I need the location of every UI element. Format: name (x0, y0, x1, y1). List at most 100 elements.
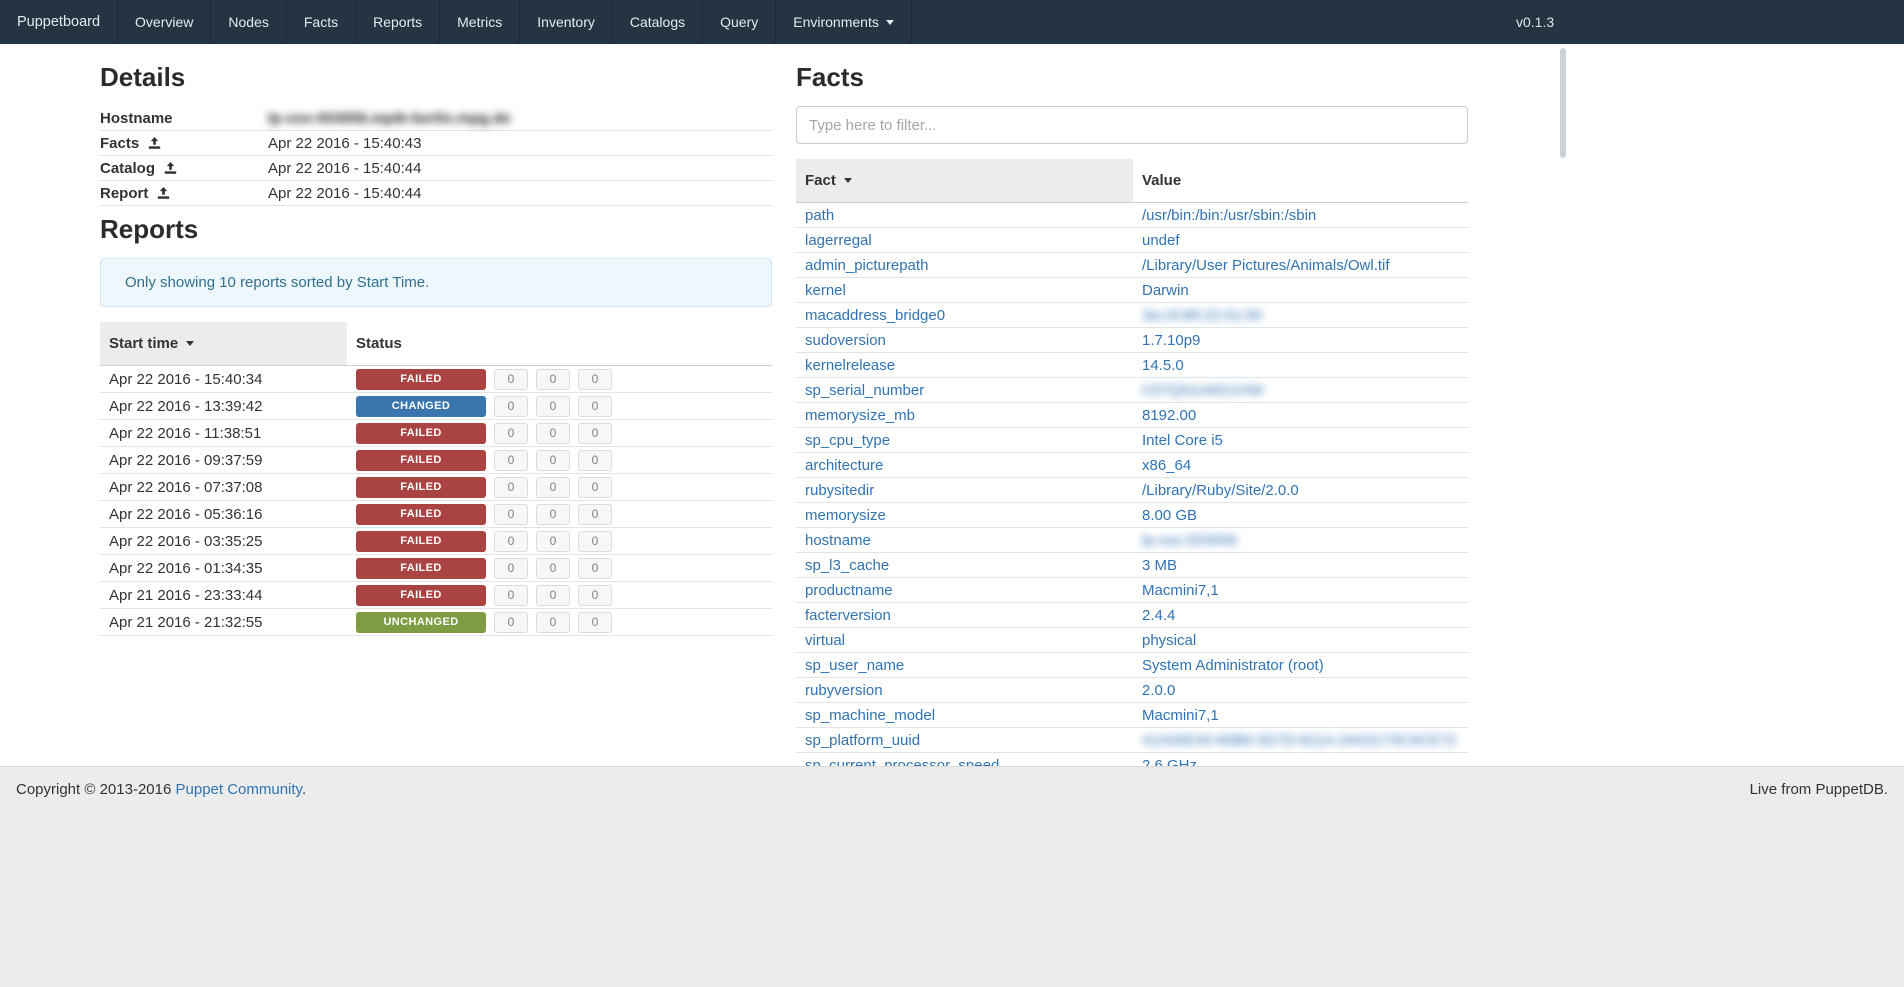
fact-name-link[interactable]: admin_picturepath (805, 257, 928, 274)
facts-table: Fact Value path /usr/bin:/bin:/usr/sbin:… (796, 159, 1468, 766)
fact-value-link[interactable]: 1.7.10p9 (1142, 332, 1200, 349)
fact-value-link[interactable]: Darwin (1142, 282, 1189, 299)
fact-value-link[interactable]: 14.5.0 (1142, 357, 1184, 374)
fact-value-link[interactable]: 41A00E40-60B6-5D7D-811A-0A03173C9CE72 (1142, 732, 1456, 749)
fact-row: sp_user_name System Administrator (root) (796, 653, 1468, 678)
report-start-time: Apr 21 2016 - 21:32:55 (100, 614, 347, 631)
fact-name-link[interactable]: memorysize (805, 507, 886, 524)
fact-value-link[interactable]: /usr/bin:/bin:/usr/sbin:/sbin (1142, 207, 1316, 224)
report-status-badge[interactable]: FAILED (356, 450, 486, 471)
fact-name-link[interactable]: rubysitedir (805, 482, 874, 499)
fact-name-link[interactable]: kernelrelease (805, 357, 895, 374)
fact-name-link[interactable]: sp_machine_model (805, 707, 935, 724)
fact-value-link[interactable]: Macmini7,1 (1142, 582, 1219, 599)
fact-row: kernel Darwin (796, 278, 1468, 303)
fact-name-link[interactable]: architecture (805, 457, 883, 474)
fact-value-link[interactable]: 3a:c9:86:22:01:00 (1142, 307, 1262, 324)
report-metric-count: 0 (578, 504, 612, 525)
column-header-start-time[interactable]: Start time (100, 322, 347, 365)
upload-icon[interactable] (164, 162, 177, 175)
report-start-time: Apr 22 2016 - 13:39:42 (100, 398, 347, 415)
report-metric-count: 0 (578, 585, 612, 606)
fact-name-link[interactable]: sudoversion (805, 332, 886, 349)
fact-value-link[interactable]: physical (1142, 632, 1196, 649)
report-status-badge[interactable]: CHANGED (356, 396, 486, 417)
report-row: Apr 21 2016 - 23:33:44 FAILED 0 0 0 (100, 582, 772, 609)
report-status-badge[interactable]: FAILED (356, 369, 486, 390)
fact-row: sp_machine_model Macmini7,1 (796, 703, 1468, 728)
fact-value-link[interactable]: 2.6 GHz (1142, 757, 1197, 767)
fact-name-link[interactable]: macaddress_bridge0 (805, 307, 945, 324)
scrollbar-thumb[interactable] (1560, 48, 1566, 158)
fact-value-link[interactable]: C07QN1A6G1HW (1142, 382, 1264, 399)
fact-name-link[interactable]: sp_serial_number (805, 382, 924, 399)
report-row: Apr 21 2016 - 21:32:55 UNCHANGED 0 0 0 (100, 609, 772, 636)
report-status-badge[interactable]: FAILED (356, 531, 486, 552)
navbar-item[interactable]: Query (703, 0, 776, 44)
navbar-item[interactable]: Reports (356, 0, 440, 44)
report-metric-count: 0 (536, 423, 570, 444)
fact-value-link[interactable]: 8192.00 (1142, 407, 1196, 424)
fact-value-link[interactable]: x86_64 (1142, 457, 1191, 474)
fact-value-link[interactable]: 2.0.0 (1142, 682, 1175, 699)
upload-icon[interactable] (157, 187, 170, 200)
fact-row: sp_current_processor_speed 2.6 GHz (796, 753, 1468, 766)
facts-filter-input[interactable] (796, 106, 1468, 144)
report-status-cell: FAILED 0 0 0 (347, 477, 612, 498)
fact-row: rubyversion 2.0.0 (796, 678, 1468, 703)
report-status-badge[interactable]: FAILED (356, 558, 486, 579)
fact-value-link[interactable]: lp-osx-003056 (1142, 532, 1237, 549)
fact-value-link[interactable]: /Library/User Pictures/Animals/Owl.tif (1142, 257, 1390, 274)
copyright-text: Copyright © 2013-2016 Puppet Community. (16, 781, 306, 798)
fact-value-link[interactable]: Intel Core i5 (1142, 432, 1223, 449)
fact-name-link[interactable]: sp_cpu_type (805, 432, 890, 449)
fact-name-link[interactable]: sp_platform_uuid (805, 732, 920, 749)
fact-value-link[interactable]: System Administrator (root) (1142, 657, 1324, 674)
fact-name-link[interactable]: facterversion (805, 607, 891, 624)
fact-name-link[interactable]: path (805, 207, 834, 224)
report-status-badge[interactable]: UNCHANGED (356, 612, 486, 633)
report-status-badge[interactable]: FAILED (356, 477, 486, 498)
fact-name-link[interactable]: productname (805, 582, 893, 599)
fact-name-link[interactable]: hostname (805, 532, 871, 549)
navbar-brand[interactable]: Puppetboard (0, 0, 118, 44)
fact-name-link[interactable]: sp_l3_cache (805, 557, 889, 574)
fact-name-link[interactable]: lagerregal (805, 232, 872, 249)
fact-name-link[interactable]: kernel (805, 282, 846, 299)
fact-value-link[interactable]: undef (1142, 232, 1180, 249)
navbar-item[interactable]: Metrics (440, 0, 520, 44)
reports-title: Reports (100, 214, 772, 245)
report-status-cell: UNCHANGED 0 0 0 (347, 612, 612, 633)
navbar-item[interactable]: Inventory (520, 0, 613, 44)
column-header-status[interactable]: Status (347, 322, 411, 365)
fact-name-link[interactable]: rubyversion (805, 682, 883, 699)
fact-value-link[interactable]: 8.00 GB (1142, 507, 1197, 524)
report-status-badge[interactable]: FAILED (356, 585, 486, 606)
main-content: Details Hostname lp-osx-003056.mpib-berl… (0, 44, 1904, 766)
fact-name-link[interactable]: sp_user_name (805, 657, 904, 674)
fact-value-link[interactable]: 3 MB (1142, 557, 1177, 574)
caret-down-icon (886, 20, 894, 29)
navbar-item[interactable]: Facts (287, 0, 356, 44)
column-label: Status (356, 335, 402, 352)
column-header-value[interactable]: Value (1133, 159, 1190, 202)
fact-value-link[interactable]: Macmini7,1 (1142, 707, 1219, 724)
navbar-item[interactable]: Overview (118, 0, 211, 44)
report-metric-count: 0 (494, 450, 528, 471)
fact-name-link[interactable]: virtual (805, 632, 845, 649)
report-status-badge[interactable]: FAILED (356, 423, 486, 444)
fact-name-link[interactable]: sp_current_processor_speed (805, 757, 999, 767)
fact-value-link[interactable]: 2.4.4 (1142, 607, 1175, 624)
column-header-fact[interactable]: Fact (796, 159, 1133, 202)
report-row: Apr 22 2016 - 09:37:59 FAILED 0 0 0 (100, 447, 772, 474)
navbar-item[interactable]: Nodes (211, 0, 286, 44)
fact-row: path /usr/bin:/bin:/usr/sbin:/sbin (796, 203, 1468, 228)
fact-name-link[interactable]: memorysize_mb (805, 407, 915, 424)
version-label: v0.1.3 (1516, 0, 1554, 44)
navbar-item[interactable]: Environments (776, 0, 912, 44)
report-status-badge[interactable]: FAILED (356, 504, 486, 525)
fact-value-link[interactable]: /Library/Ruby/Site/2.0.0 (1142, 482, 1299, 499)
puppet-community-link[interactable]: Puppet Community (176, 781, 302, 798)
navbar-item[interactable]: Catalogs (613, 0, 703, 44)
upload-icon[interactable] (148, 137, 161, 150)
